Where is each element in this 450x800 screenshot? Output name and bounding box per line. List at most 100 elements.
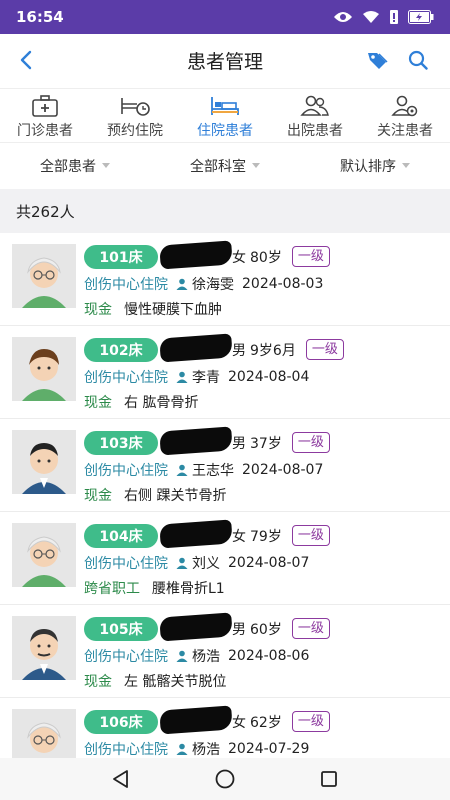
filter-patients-dropdown[interactable]: 全部患者 [0,156,150,176]
man-avatar [12,430,76,494]
patient-age: 37岁 [250,435,282,452]
elderly-woman-avatar [12,709,76,758]
patient-gender: 女 [232,249,246,266]
sort-order-dropdown[interactable]: 默认排序 [300,156,450,176]
tab-label: 门诊患者 [17,123,73,139]
payment-type: 现金 [84,488,112,504]
admission-date: 2024-08-07 [228,555,310,571]
people-icon [300,95,329,116]
diagnosis: 慢性硬膜下血肿 [124,302,222,318]
bed-number-badge: 102床 [84,338,158,362]
filter-label: 全部患者 [40,158,96,175]
patient-card[interactable]: 104床 女 79岁 一级 创伤中心住院 刘义 2024-08-07 跨省职工 … [0,512,450,605]
patient-gender: 男 [232,435,246,452]
caret-down-icon [102,163,110,168]
care-level-badge: 一级 [291,246,330,267]
patient-age: 80岁 [250,249,282,266]
tab-discharged[interactable]: 出院患者 [270,89,360,140]
diagnosis: 右侧 踝关节骨折 [124,488,227,504]
bed-number-badge: 105床 [84,617,158,641]
patient-age: 9岁6月 [250,342,296,359]
department: 创伤中心住院 [84,742,168,758]
eye-icon [334,12,352,22]
patient-card[interactable]: 106床 女 62岁 一级 创伤中心住院 杨浩 2024-07-29 [0,698,450,758]
older-man-avatar [12,616,76,680]
back-button[interactable] [0,34,52,86]
patient-info: 女 79岁 一级 [232,525,330,546]
admission-date: 2024-08-03 [242,276,324,292]
elderly-woman-avatar [12,244,76,308]
department: 创伤中心住院 [84,277,168,293]
bed-number-badge: 106床 [84,710,158,734]
system-nav-bar [0,758,450,800]
patient-age: 60岁 [250,621,282,638]
admission-date: 2024-08-07 [242,462,324,478]
tab-label: 住院患者 [197,123,253,139]
care-level-badge: 一级 [291,618,330,639]
patient-gender: 女 [232,714,246,731]
status-time: 16:54 [16,8,64,26]
payment-type: 现金 [84,302,112,318]
redacted-name [159,426,233,456]
tab-inpatient[interactable]: 住院患者 [180,89,270,140]
patient-info: 男 60岁 一级 [232,618,330,639]
payment-type: 现金 [84,674,112,690]
care-level-badge: 一级 [291,711,330,732]
bed-number-badge: 101床 [84,245,158,269]
redacted-name [159,519,233,549]
patient-info: 女 80岁 一级 [232,246,330,267]
caret-down-icon [252,163,260,168]
wifi-icon [363,11,379,23]
care-level-badge: 一级 [305,339,344,360]
admission-date: 2024-08-04 [228,369,310,385]
patient-card[interactable]: 103床 男 37岁 一级 创伤中心住院 王志华 2024-08-07 现金 右… [0,419,450,512]
attending-doctor: 杨浩 [192,742,220,758]
patient-gender: 男 [232,342,246,359]
patient-info: 女 62岁 一级 [232,711,330,732]
alert-icon [390,10,398,24]
bed-number-badge: 104床 [84,524,158,548]
triangle-back-icon[interactable] [111,769,131,789]
doctor-icon [176,650,188,662]
status-icons [333,10,434,24]
tab-scheduled-admission[interactable]: 预约住院 [90,89,180,140]
patient-gender: 男 [232,621,246,638]
payment-type: 现金 [84,395,112,411]
filter-label: 默认排序 [340,158,396,175]
tab-outpatient[interactable]: 门诊患者 [0,89,90,140]
circle-home-icon[interactable] [214,768,236,790]
redacted-name [159,333,233,363]
patient-card[interactable]: 101床 女 80岁 一级 创伤中心住院 徐海雯 2024-08-03 现金 慢… [0,233,450,326]
tab-followed[interactable]: 关注患者 [360,89,450,140]
doctor-icon [176,464,188,476]
patient-type-tabs: 门诊患者 预约住院 住院患者 出院患者 关注患者 [0,88,450,140]
attending-doctor: 杨浩 [192,649,220,665]
department: 创伤中心住院 [84,649,168,665]
search-icon[interactable] [408,50,428,70]
app-header: 患者管理 [0,34,450,86]
tab-label: 预约住院 [107,123,163,139]
elderly-woman-avatar [12,523,76,587]
patient-list: 101床 女 80岁 一级 创伤中心住院 徐海雯 2024-08-03 现金 慢… [0,233,450,758]
diagnosis: 左 骶髂关节脱位 [124,674,227,690]
patient-age: 62岁 [250,714,282,731]
patient-card[interactable]: 105床 男 60岁 一级 创伤中心住院 杨浩 2024-08-06 现金 左 … [0,605,450,698]
diagnosis: 右 肱骨骨折 [124,395,199,411]
filter-department-dropdown[interactable]: 全部科室 [150,156,300,176]
patient-info: 男 37岁 一级 [232,432,330,453]
tab-label: 出院患者 [287,123,343,139]
doctor-icon [176,371,188,383]
square-recents-icon[interactable] [319,769,339,789]
department: 创伤中心住院 [84,556,168,572]
status-bar: 16:54 [0,0,450,34]
tag-icon[interactable] [366,50,388,70]
doctor-icon [176,557,188,569]
doctor-icon [176,278,188,290]
filter-bar: 全部患者 全部科室 默认排序 [0,142,450,188]
patient-card[interactable]: 102床 男 9岁6月 一级 创伤中心住院 李青 2024-08-04 现金 右… [0,326,450,419]
redacted-name [159,612,233,642]
medical-kit-icon [32,95,58,117]
attending-doctor: 徐海雯 [192,277,234,293]
filter-label: 全部科室 [190,158,246,175]
department: 创伤中心住院 [84,370,168,386]
